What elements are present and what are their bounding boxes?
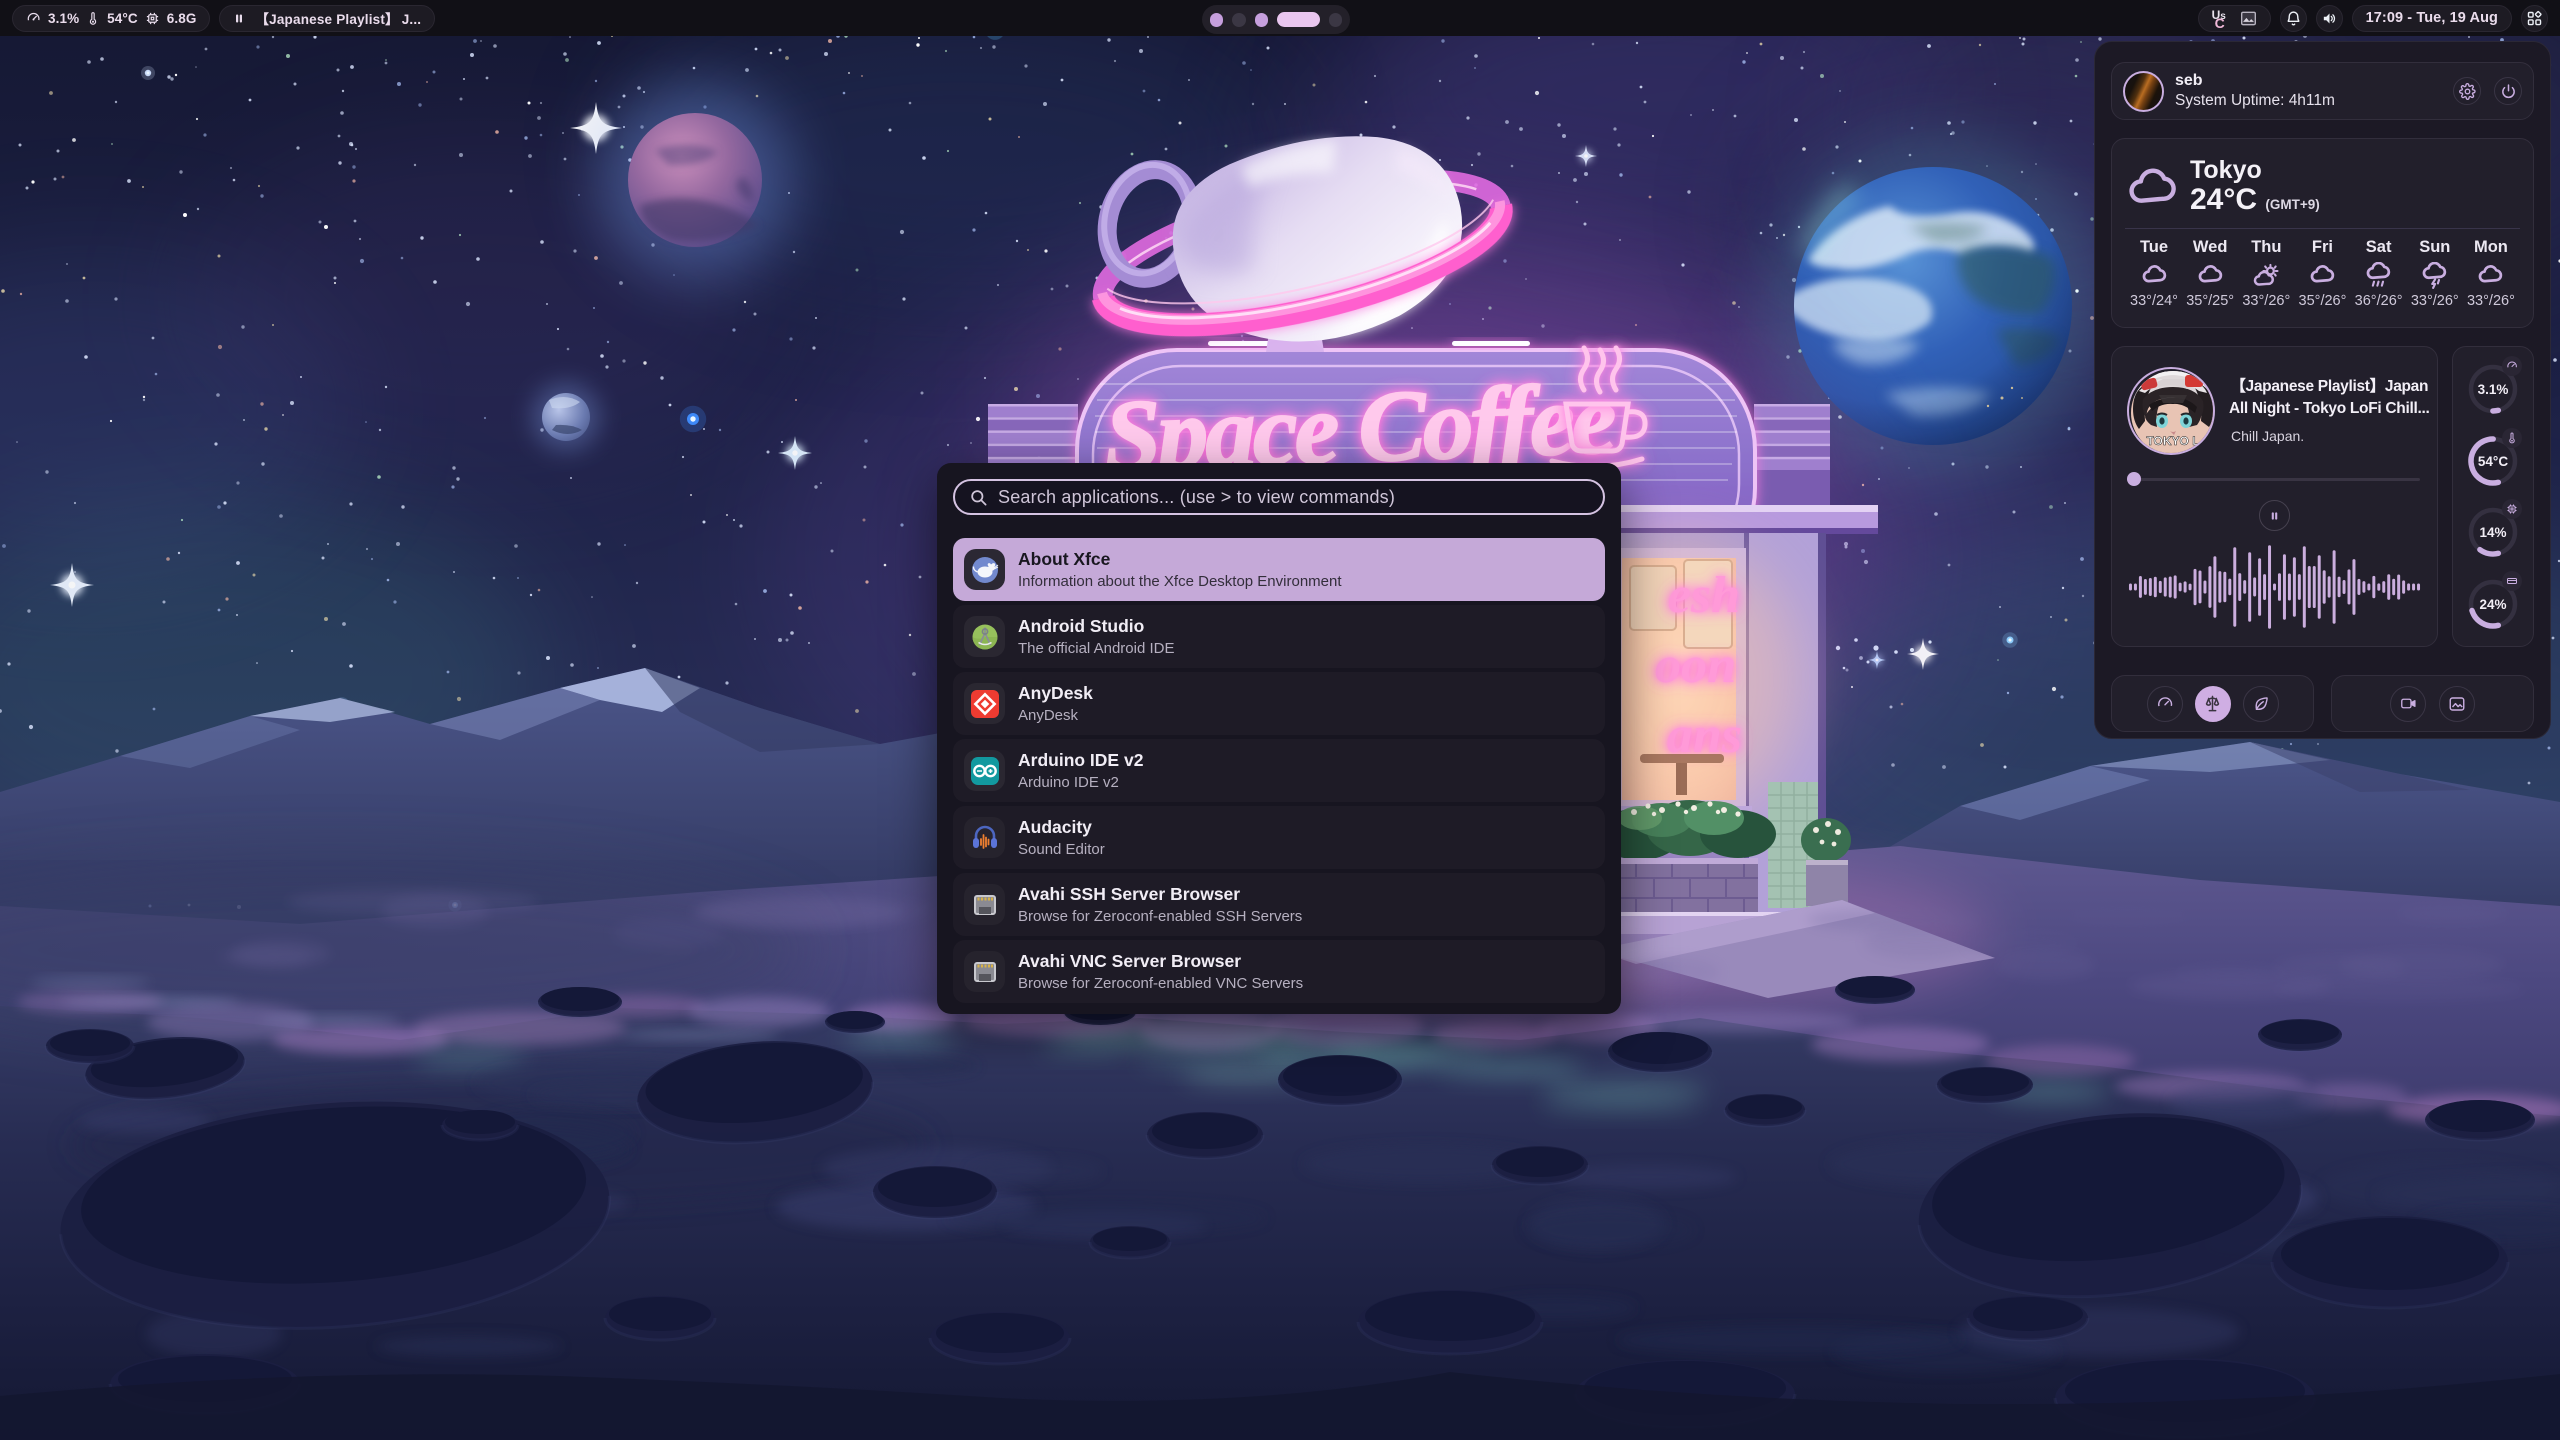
svg-text:54°C: 54°C — [2478, 454, 2508, 469]
svg-text:esh: esh — [1668, 567, 1740, 624]
svg-text:TOKYO L: TOKYO L — [2146, 434, 2199, 448]
svg-text:24%: 24% — [2479, 597, 2506, 612]
svg-text:oon: oon — [1655, 637, 1736, 694]
svg-text:14%: 14% — [2479, 525, 2506, 540]
svg-text:3.1%: 3.1% — [2478, 382, 2509, 397]
